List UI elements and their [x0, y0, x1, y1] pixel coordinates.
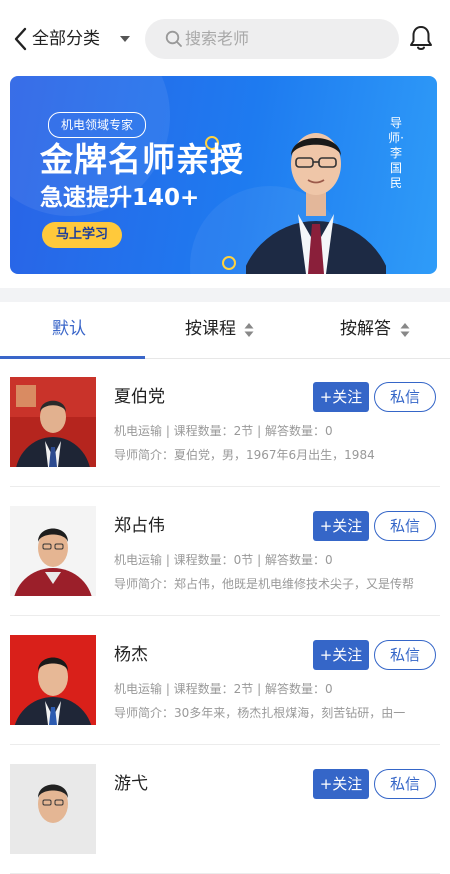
- teacher-row[interactable]: 夏伯党 +关注 私信 机电运输 | 课程数量：2节 | 解答数量：0 导师简介：…: [10, 358, 440, 487]
- teacher-row[interactable]: 郑占伟 +关注 私信 机电运输 | 课程数量：0节 | 解答数量：0 导师简介：…: [10, 487, 440, 616]
- section-divider: [0, 288, 450, 302]
- teacher-name[interactable]: 杨杰: [114, 643, 148, 667]
- category-selector-label[interactable]: 全部分类: [32, 26, 100, 52]
- teacher-row[interactable]: 游弋 +关注 私信: [10, 745, 440, 874]
- dropdown-caret-icon[interactable]: [120, 36, 130, 42]
- sort-tabs: 默认 按课程 按解答: [0, 302, 450, 359]
- teacher-name[interactable]: 郑占伟: [114, 514, 165, 538]
- bell-icon[interactable]: [408, 24, 434, 52]
- tab-default[interactable]: 默认: [52, 317, 86, 341]
- teacher-bio: 导师简介：夏伯党，男，1967年6月出生，1984: [114, 448, 375, 462]
- teacher-bio: 导师简介：郑占伟，他既是机电维修技术尖子，又是传帮: [114, 577, 415, 591]
- teacher-avatar: [10, 506, 96, 596]
- banner-tag: 机电领域专家: [48, 112, 147, 138]
- mentor-portrait: [246, 133, 386, 274]
- teacher-row[interactable]: 杨杰 +关注 私信 机电运输 | 课程数量：2节 | 解答数量：0 导师简介：3…: [10, 616, 440, 745]
- back-arrow-icon[interactable]: [12, 26, 30, 52]
- message-button[interactable]: 私信: [374, 769, 436, 799]
- follow-button[interactable]: +关注: [313, 382, 369, 412]
- search-placeholder: 搜索老师: [185, 29, 250, 48]
- tab-by-answer[interactable]: 按解答: [340, 317, 391, 341]
- teacher-name[interactable]: 游弋: [114, 772, 148, 796]
- follow-button[interactable]: +关注: [313, 769, 369, 799]
- teacher-avatar: [10, 377, 96, 467]
- banner-ring-decoration: [222, 256, 236, 270]
- follow-button[interactable]: +关注: [313, 511, 369, 541]
- teacher-meta: 机电运输 | 课程数量：2节 | 解答数量：0: [114, 682, 333, 696]
- promo-banner[interactable]: 机电领域专家 金牌名师亲授 急速提升140+ 马上学习 导师·李国民: [10, 76, 437, 274]
- message-button[interactable]: 私信: [374, 382, 436, 412]
- message-button[interactable]: 私信: [374, 640, 436, 670]
- search-input[interactable]: 搜索老师: [145, 19, 399, 59]
- teacher-meta: 机电运输 | 课程数量：0节 | 解答数量：0: [114, 553, 333, 567]
- search-icon: [165, 30, 182, 47]
- teacher-avatar: [10, 635, 96, 725]
- banner-subline: 急速提升140+: [40, 185, 200, 211]
- tab-by-course[interactable]: 按课程: [185, 317, 236, 341]
- sort-arrows-icon[interactable]: [244, 322, 254, 338]
- follow-button[interactable]: +关注: [313, 640, 369, 670]
- teacher-bio: 导师简介：30多年来，杨杰扎根煤海，刻苦钻研，由一: [114, 706, 406, 720]
- teacher-list: 夏伯党 +关注 私信 机电运输 | 课程数量：2节 | 解答数量：0 导师简介：…: [0, 358, 450, 874]
- teacher-name[interactable]: 夏伯党: [114, 385, 165, 409]
- banner-cta-button[interactable]: 马上学习: [42, 222, 123, 248]
- top-bar: 全部分类 搜索老师: [0, 0, 450, 74]
- teacher-avatar: [10, 764, 96, 854]
- mentor-caption: 导师·李国民: [388, 116, 404, 190]
- banner-headline: 金牌名师亲授: [40, 140, 244, 179]
- teacher-meta: 机电运输 | 课程数量：2节 | 解答数量：0: [114, 424, 333, 438]
- message-button[interactable]: 私信: [374, 511, 436, 541]
- sort-arrows-icon[interactable]: [400, 322, 410, 338]
